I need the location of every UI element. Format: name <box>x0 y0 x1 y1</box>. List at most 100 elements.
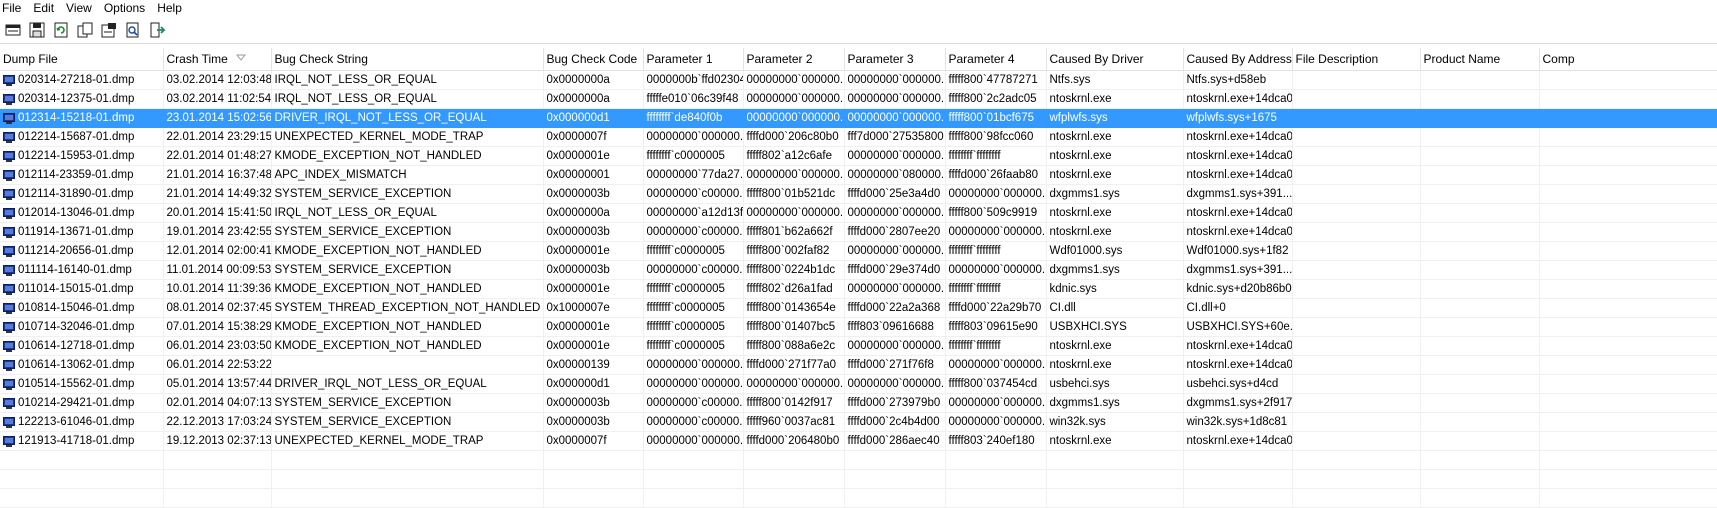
cell-dump-file: 012214-15953-01.dmp <box>0 146 164 166</box>
cell-bug-check-string: SYSTEM_SERVICE_EXCEPTION <box>271 222 544 242</box>
find-icon[interactable] <box>124 21 142 39</box>
cell-file-description <box>1292 241 1421 261</box>
cell-file-description <box>1292 336 1421 356</box>
cell-caused-by-address: win32k.sys+1d8c81 <box>1183 412 1293 432</box>
dump-file-icon <box>3 283 15 295</box>
column-header-bug-check-string[interactable]: Bug Check String <box>271 48 544 71</box>
cell-parameter-4: fffff803`240ef180 <box>945 431 1047 451</box>
cell-bug-check-code: 0x0000000a <box>543 89 644 109</box>
cell-parameter-4: 00000000`000000... <box>945 393 1047 413</box>
cell-parameter-4: fffff803`09615e90 <box>945 317 1047 337</box>
table-row[interactable]: 012214-15687-01.dmp 22.01.2014 23:29:15 UN… <box>0 127 1717 147</box>
cell-parameter-1: ffffffff`de840f0b <box>643 108 744 128</box>
cell-product-name <box>1420 89 1540 109</box>
menu-options[interactable]: Options <box>101 0 154 17</box>
cell-comp <box>1539 108 1717 128</box>
column-header-parameter-4[interactable]: Parameter 4 <box>945 48 1047 71</box>
column-header-crash-time[interactable]: Crash Time <box>163 48 272 71</box>
column-header-product-name[interactable]: Product Name <box>1420 48 1540 71</box>
table-row[interactable]: 010614-12718-01.dmp 06.01.2014 23:03:50 KM… <box>0 336 1717 356</box>
table-row[interactable]: 011914-13671-01.dmp 19.01.2014 23:42:55 SY… <box>0 222 1717 242</box>
menu-edit[interactable]: Edit <box>30 0 63 17</box>
menu-file[interactable]: File <box>0 0 30 17</box>
cell-parameter-4: fffff800`98fcc060 <box>945 127 1047 147</box>
column-header-label: Parameter 3 <box>847 52 914 66</box>
cell-product-name <box>1420 393 1540 413</box>
cell-parameter-2: fffff802`a12c6afe <box>743 146 845 166</box>
cell-file-description <box>1292 222 1421 242</box>
cell-caused-by-driver: win32k.sys <box>1046 412 1184 432</box>
cell-product-name <box>1420 222 1540 242</box>
cell-bug-check-code: 0x0000007f <box>543 127 644 147</box>
table-row[interactable]: 122213-61046-01.dmp 22.12.2013 17:03:24 SY… <box>0 412 1717 432</box>
table-row[interactable]: 020314-27218-01.dmp 03.02.2014 12:03:48 IR… <box>0 70 1717 90</box>
cell-caused-by-driver: dxgmms1.sys <box>1046 260 1184 280</box>
cell-parameter-1: fffffe010`06c39f48 <box>643 89 744 109</box>
table-row[interactable]: 010514-15562-01.dmp 05.01.2014 13:57:44 DR… <box>0 374 1717 394</box>
table-row[interactable]: 012314-15218-01.dmp 23.01.2014 15:02:56 DR… <box>0 108 1717 128</box>
table-row[interactable]: 010214-29421-01.dmp 02.01.2014 04:07:13 SY… <box>0 393 1717 413</box>
table-row[interactable]: 011014-15015-01.dmp 10.01.2014 11:39:36 KM… <box>0 279 1717 299</box>
properties-icon[interactable] <box>100 21 118 39</box>
exit-icon[interactable] <box>148 21 166 39</box>
cell-bug-check-string: APC_INDEX_MISMATCH <box>271 165 544 185</box>
dump-file-name: 012014-13046-01.dmp <box>18 207 135 219</box>
table-row[interactable]: 010814-15046-01.dmp 08.01.2014 02:37:45 SY… <box>0 298 1717 318</box>
column-header-bug-check-code[interactable]: Bug Check Code <box>543 48 644 71</box>
table-row[interactable]: 011114-16140-01.dmp 11.01.2014 00:09:53 SY… <box>0 260 1717 280</box>
cell-bug-check-code: 0x0000003b <box>543 412 644 432</box>
cell-caused-by-driver: dxgmms1.sys <box>1046 184 1184 204</box>
empty-cell <box>945 469 1047 489</box>
cell-crash-time: 02.01.2014 04:07:13 <box>163 393 272 413</box>
table-row[interactable]: 012014-13046-01.dmp 20.01.2014 15:41:50 IR… <box>0 203 1717 223</box>
cell-parameter-4: 00000000`000000... <box>945 412 1047 432</box>
column-header-file-description[interactable]: File Description <box>1292 48 1421 71</box>
cell-dump-file: 012014-13046-01.dmp <box>0 203 164 223</box>
column-header-parameter-1[interactable]: Parameter 1 <box>643 48 744 71</box>
table-row[interactable]: 012214-15953-01.dmp 22.01.2014 01:48:27 KM… <box>0 146 1717 166</box>
menu-view[interactable]: View <box>63 0 101 17</box>
save-icon[interactable] <box>28 21 46 39</box>
empty-cell <box>0 450 164 470</box>
cell-parameter-1: 00000000`c00000... <box>643 260 744 280</box>
cell-bug-check-code: 0x00000139 <box>543 355 644 375</box>
cell-bug-check-code: 0x0000003b <box>543 222 644 242</box>
cell-parameter-3: 00000000`000000... <box>844 89 946 109</box>
table-row[interactable]: 011214-20656-01.dmp 12.01.2014 02:00:41 KM… <box>0 241 1717 261</box>
cell-dump-file: 010614-12718-01.dmp <box>0 336 164 356</box>
column-header-parameter-2[interactable]: Parameter 2 <box>743 48 845 71</box>
cell-comp <box>1539 336 1717 356</box>
html-report-icon[interactable] <box>4 21 22 39</box>
toolbar <box>0 17 1717 44</box>
cell-product-name <box>1420 184 1540 204</box>
refresh-icon[interactable] <box>52 21 70 39</box>
dump-file-icon <box>3 131 15 143</box>
table-row[interactable]: 121913-41718-01.dmp 19.12.2013 02:37:13 UN… <box>0 431 1717 451</box>
column-header-caused-by-driver[interactable]: Caused By Driver <box>1046 48 1184 71</box>
empty-cell <box>743 450 845 470</box>
table-row[interactable]: 012114-31890-01.dmp 21.01.2014 14:49:32 SY… <box>0 184 1717 204</box>
column-header-dump-file[interactable]: Dump File <box>0 48 164 71</box>
column-header-comp[interactable]: Comp <box>1539 48 1717 71</box>
column-header-parameter-3[interactable]: Parameter 3 <box>844 48 946 71</box>
cell-parameter-1: ffffffff`c0000005 <box>643 317 744 337</box>
column-header-label: Parameter 4 <box>948 52 1015 66</box>
dump-file-icon <box>3 169 15 181</box>
copy-icon[interactable] <box>76 21 94 39</box>
cell-caused-by-address: ntoskrnl.exe+14dca0 <box>1183 89 1293 109</box>
table-row[interactable]: 012114-23359-01.dmp 21.01.2014 16:37:48 AP… <box>0 165 1717 185</box>
cell-bug-check-string: KMODE_EXCEPTION_NOT_HANDLED <box>271 241 544 261</box>
cell-caused-by-driver: kdnic.sys <box>1046 279 1184 299</box>
cell-bug-check-string: IRQL_NOT_LESS_OR_EQUAL <box>271 203 544 223</box>
table-row[interactable]: 020314-12375-01.dmp 03.02.2014 11:02:54 IR… <box>0 89 1717 109</box>
table-row[interactable]: 010614-13062-01.dmp 06.01.2014 22:53:22 0x… <box>0 355 1717 375</box>
dump-file-icon <box>3 435 15 447</box>
cell-file-description <box>1292 393 1421 413</box>
cell-dump-file: 012114-23359-01.dmp <box>0 165 164 185</box>
menu-help[interactable]: Help <box>154 0 191 17</box>
column-header-label: Caused By Driver <box>1049 52 1144 66</box>
cell-bug-check-string: IRQL_NOT_LESS_OR_EQUAL <box>271 89 544 109</box>
column-header-caused-by-address[interactable]: Caused By Address <box>1183 48 1293 71</box>
empty-cell <box>1292 469 1421 489</box>
table-row[interactable]: 010714-32046-01.dmp 07.01.2014 15:38:29 KM… <box>0 317 1717 337</box>
